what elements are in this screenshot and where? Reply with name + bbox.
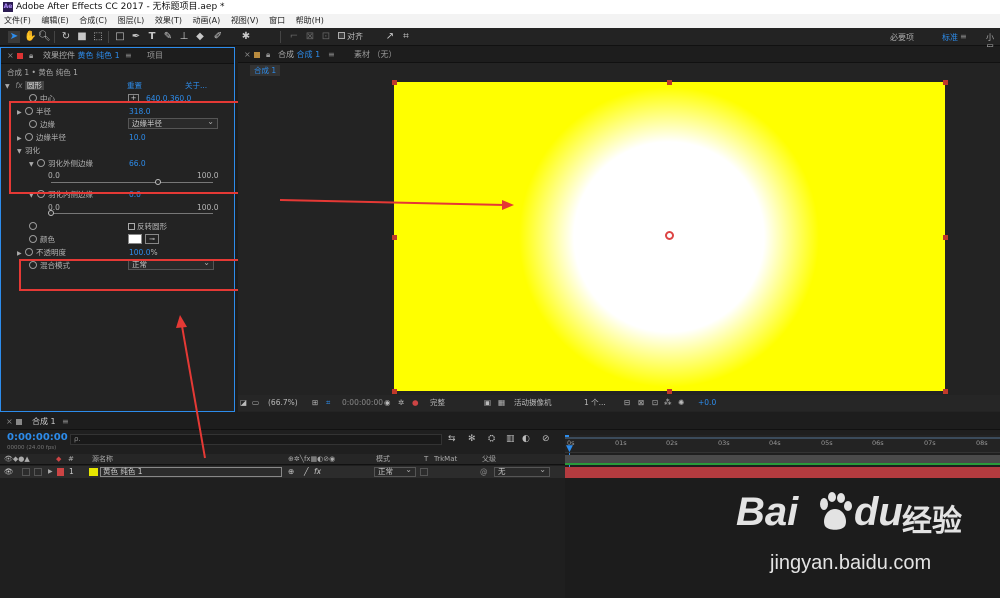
watermark-url: jingyan.baidu.com [770,552,932,574]
watermark-brand-du: du [854,490,903,534]
arrow-to-viewer [279,199,506,206]
arrow-head [176,315,187,328]
watermark-brand: Bai [736,490,799,534]
paw-logo-icon [816,492,854,532]
watermark-cn: 经验 [902,504,962,539]
arrow-to-blend [181,325,206,459]
arrow-head [502,200,514,210]
baidu-watermark: Bai du 经验 jingyan.baidu.com [736,490,996,590]
